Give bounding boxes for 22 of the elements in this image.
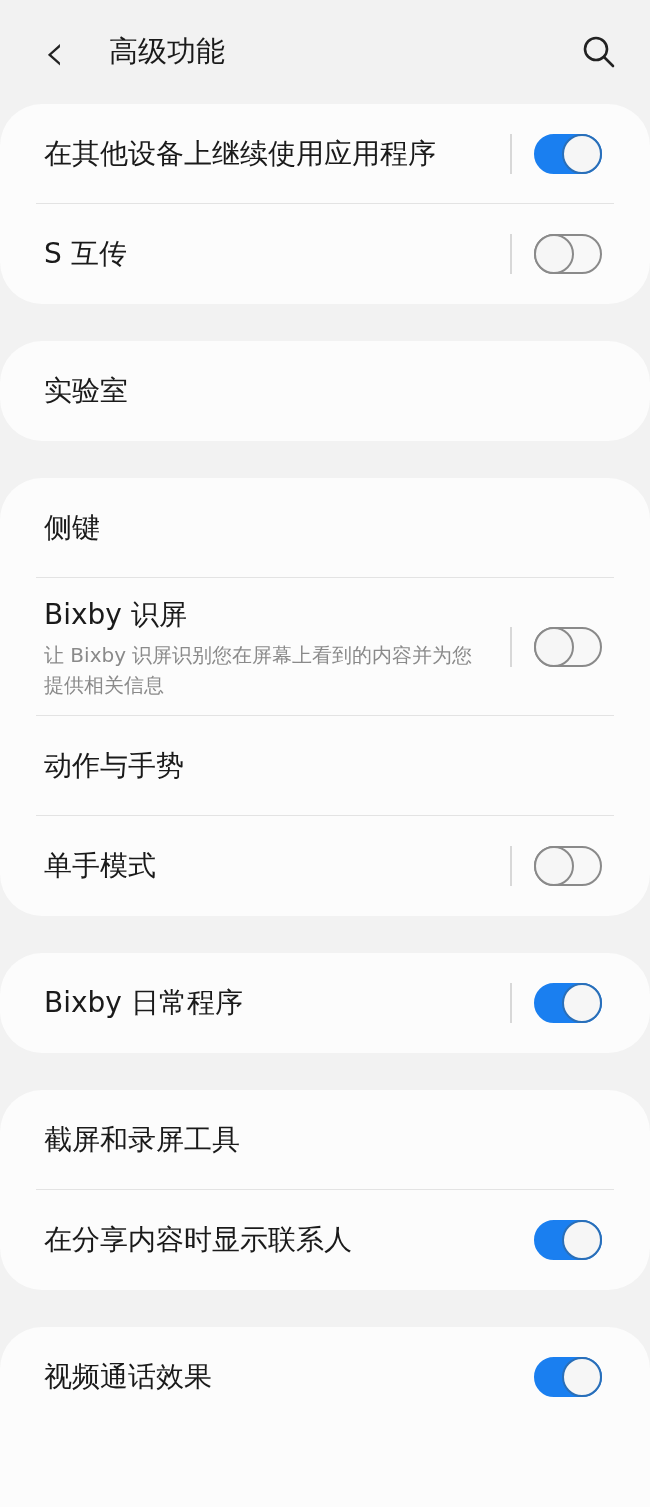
setting-title[interactable]: 在其他设备上继续使用应用程序 xyxy=(44,133,490,175)
toggle-switch[interactable] xyxy=(534,234,602,274)
search-icon xyxy=(582,35,616,69)
setting-description: 让 Bixby 识屏识别您在屏幕上看到的内容并为您提供相关信息 xyxy=(44,642,474,699)
setting-title[interactable]: Bixby 日常程序 xyxy=(44,982,490,1024)
toggle-switch[interactable] xyxy=(534,983,602,1023)
toggle-switch[interactable] xyxy=(534,627,602,667)
toggle-switch[interactable] xyxy=(534,1220,602,1260)
back-button[interactable]: ‹ xyxy=(36,26,73,78)
toggle-switch[interactable] xyxy=(534,134,602,174)
setting-title[interactable]: 在分享内容时显示联系人 xyxy=(44,1219,534,1261)
setting-title[interactable]: 动作与手势 xyxy=(44,745,602,787)
setting-title[interactable]: Bixby 识屏 xyxy=(44,594,490,636)
setting-title[interactable]: S 互传 xyxy=(44,233,490,275)
setting-title[interactable]: 单手模式 xyxy=(44,845,490,887)
toggle-switch[interactable] xyxy=(534,846,602,886)
page-title: 高级功能 xyxy=(108,33,226,71)
setting-title[interactable]: 侧键 xyxy=(44,507,602,549)
setting-title[interactable]: 视频通话效果 xyxy=(44,1356,534,1398)
setting-title[interactable]: 截屏和录屏工具 xyxy=(44,1119,602,1161)
setting-title[interactable]: 实验室 xyxy=(44,370,602,412)
toggle-switch[interactable] xyxy=(534,1357,602,1397)
